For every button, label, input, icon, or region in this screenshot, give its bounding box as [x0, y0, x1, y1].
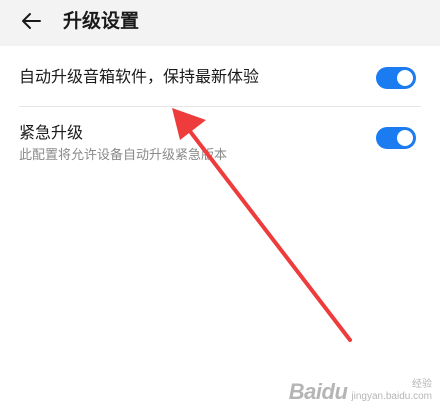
watermark-line2: jingyan.baidu.com: [351, 391, 432, 402]
toggle-knob: [397, 130, 413, 146]
back-button[interactable]: [14, 6, 48, 36]
setting-title: 自动升级音箱软件，保持最新体验: [19, 67, 260, 86]
page-title: 升级设置: [63, 10, 140, 32]
watermark: Baidu 经验 jingyan.baidu.com: [289, 379, 432, 403]
header-bar: 升级设置: [0, 0, 440, 46]
watermark-line1: 经验: [412, 379, 432, 390]
auto-upgrade-toggle[interactable]: [376, 67, 416, 89]
toggle-knob: [397, 70, 413, 86]
watermark-logo: Baidu: [288, 379, 348, 404]
emergency-upgrade-toggle[interactable]: [376, 127, 416, 149]
setting-emergency-upgrade[interactable]: 紧急升级 此配置将允许设备自动升级紧急版本: [0, 107, 440, 171]
setting-auto-upgrade[interactable]: 自动升级音箱软件，保持最新体验: [0, 46, 440, 106]
setting-title: 紧急升级: [19, 123, 84, 142]
setting-description: 此配置将允许设备自动升级紧急版本: [19, 148, 228, 163]
arrow-left-icon: [22, 13, 41, 29]
watermark-text: 经验 jingyan.baidu.com: [351, 379, 432, 403]
